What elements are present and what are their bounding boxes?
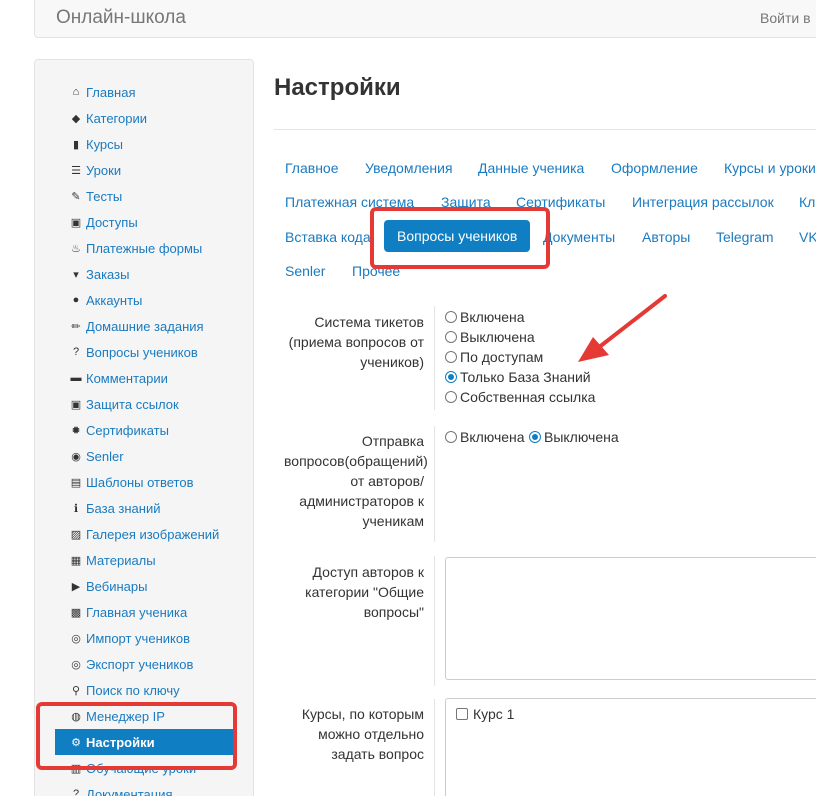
annotation-arrow-icon	[578, 294, 667, 362]
